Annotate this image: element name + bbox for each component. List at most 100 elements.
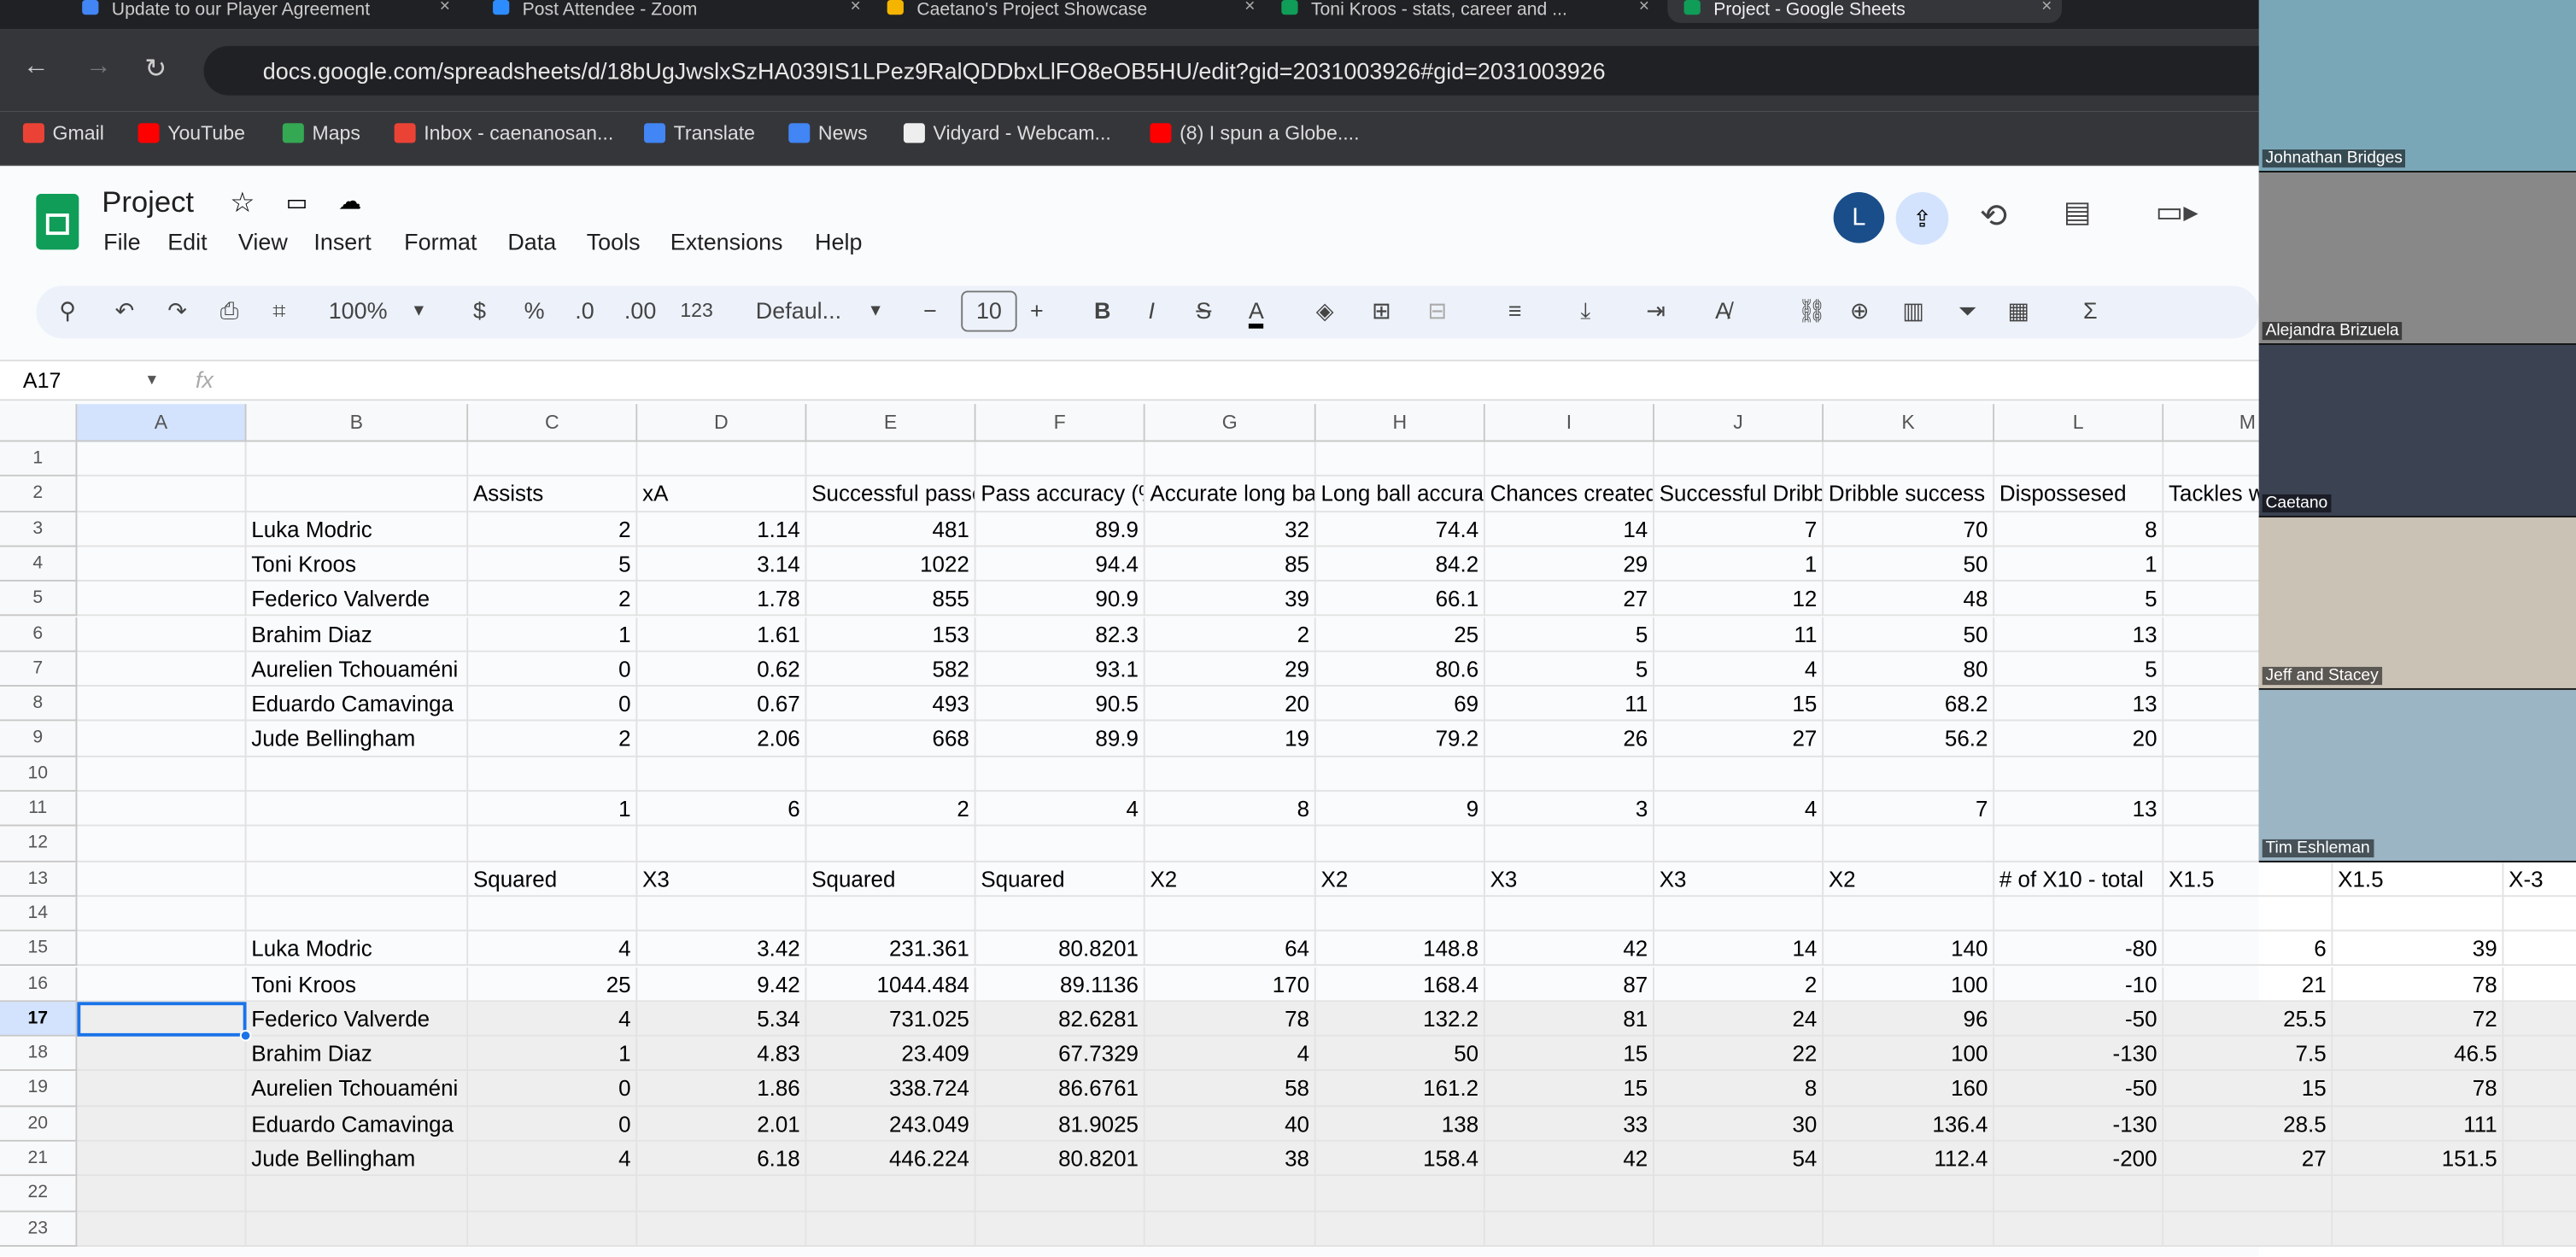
cell-B8[interactable]: Eduardo Camavinga <box>246 687 469 722</box>
row-header-12[interactable]: 12 <box>0 827 78 862</box>
cell-A12[interactable] <box>77 827 247 862</box>
cell-B6[interactable]: Brahim Diaz <box>246 617 469 652</box>
cell-F14[interactable] <box>975 897 1145 932</box>
cell-B21[interactable]: Jude Bellingham <box>246 1141 469 1177</box>
cell-E23[interactable] <box>806 1211 976 1247</box>
column-header-F[interactable]: F <box>975 404 1145 442</box>
cell-K19[interactable]: 160 <box>1824 1071 1995 1107</box>
cell-D7[interactable]: 0.62 <box>637 652 807 687</box>
cell-I18[interactable]: 15 <box>1484 1036 1654 1072</box>
cell-B3[interactable]: Luka Modric <box>246 512 469 547</box>
cell-F15[interactable]: 80.8201 <box>975 931 1145 967</box>
cell-D14[interactable] <box>637 897 807 932</box>
row-header-1[interactable]: 1 <box>0 441 78 477</box>
insert-link-icon[interactable]: ⛓ <box>1797 297 1826 325</box>
cell-J19[interactable]: 8 <box>1654 1071 1824 1107</box>
cell-D4[interactable]: 3.14 <box>637 547 807 582</box>
cell-G21[interactable]: 38 <box>1145 1141 1316 1177</box>
cell-A16[interactable] <box>77 966 247 1002</box>
row-header-19[interactable]: 19 <box>0 1071 78 1107</box>
cell-I4[interactable]: 29 <box>1484 547 1654 582</box>
font-size-input[interactable]: 10 <box>961 290 1017 332</box>
cell-D22[interactable] <box>637 1176 807 1212</box>
cell-E12[interactable] <box>806 827 976 862</box>
cell-O19[interactable] <box>2503 1071 2576 1107</box>
row-header-9[interactable]: 9 <box>0 722 78 757</box>
cell-H14[interactable] <box>1315 897 1485 932</box>
strikethrough-icon[interactable]: S <box>1196 297 1211 324</box>
meeting-presenting-icon[interactable]: ⇪ <box>1895 192 1949 245</box>
cell-H19[interactable]: 161.2 <box>1315 1071 1485 1107</box>
bookmark[interactable]: News <box>788 121 868 144</box>
row-header-11[interactable]: 11 <box>0 792 78 827</box>
cell-M19[interactable]: 15 <box>2163 1071 2333 1107</box>
cell-J9[interactable]: 27 <box>1654 722 1824 757</box>
cell-N15[interactable]: 39 <box>2333 931 2504 967</box>
forward-icon[interactable]: → <box>85 53 112 83</box>
cell-A3[interactable] <box>77 512 247 547</box>
bookmark[interactable]: Gmail <box>22 121 104 144</box>
cell-B16[interactable]: Toni Kroos <box>246 966 469 1002</box>
cell-H20[interactable]: 138 <box>1315 1106 1485 1142</box>
cell-E1[interactable] <box>806 441 976 477</box>
cell-I13[interactable]: X3 <box>1484 862 1654 897</box>
chevron-down-icon[interactable]: ▼ <box>868 302 884 320</box>
menu-file[interactable]: File <box>103 228 140 254</box>
menu-help[interactable]: Help <box>815 228 862 254</box>
decrease-decimal-button[interactable]: .0 <box>575 297 594 324</box>
row-header-8[interactable]: 8 <box>0 687 78 722</box>
cell-K20[interactable]: 136.4 <box>1824 1106 1995 1142</box>
cell-O13[interactable]: X-3 <box>2503 862 2576 897</box>
cell-H21[interactable]: 158.4 <box>1315 1141 1485 1177</box>
cell-M14[interactable] <box>2163 897 2333 932</box>
cell-D12[interactable] <box>637 827 807 862</box>
cell-K1[interactable] <box>1824 441 1995 477</box>
cell-B18[interactable]: Brahim Diaz <box>246 1036 469 1072</box>
cell-N13[interactable]: X1.5 <box>2333 862 2504 897</box>
comments-icon[interactable]: ▤ <box>2064 196 2092 230</box>
column-header-C[interactable]: C <box>468 404 638 442</box>
decrease-font-size-icon[interactable]: − <box>923 297 937 324</box>
cell-L3[interactable]: 8 <box>1994 512 2164 547</box>
cell-J22[interactable] <box>1654 1176 1824 1212</box>
participant-video-tile[interactable]: Alejandra Brizuela <box>2258 172 2576 345</box>
cell-H8[interactable]: 69 <box>1315 687 1485 722</box>
cell-C8[interactable]: 0 <box>468 687 638 722</box>
text-wrapping-icon[interactable]: ⇥ <box>1646 297 1666 325</box>
cell-D20[interactable]: 2.01 <box>637 1106 807 1142</box>
cell-L1[interactable] <box>1994 441 2164 477</box>
cell-C4[interactable]: 5 <box>468 547 638 582</box>
cell-K21[interactable]: 112.4 <box>1824 1141 1995 1177</box>
cell-M13[interactable]: X1.5 <box>2163 862 2333 897</box>
bookmark[interactable]: Vidyard - Webcam... <box>903 121 1111 144</box>
participant-video-tile[interactable]: Jeff and Stacey <box>2258 517 2576 690</box>
cell-B17[interactable]: Federico Valverde <box>246 1001 469 1037</box>
cell-D5[interactable]: 1.78 <box>637 582 807 617</box>
cell-I3[interactable]: 14 <box>1484 512 1654 547</box>
column-header-J[interactable]: J <box>1654 404 1824 442</box>
cell-I7[interactable]: 5 <box>1484 652 1654 687</box>
cell-F9[interactable]: 89.9 <box>975 722 1145 757</box>
cell-F16[interactable]: 89.1136 <box>975 966 1145 1002</box>
cell-A22[interactable] <box>77 1176 247 1212</box>
cell-L14[interactable] <box>1994 897 2164 932</box>
cell-L18[interactable]: -130 <box>1994 1036 2164 1072</box>
undo-icon[interactable]: ↶ <box>115 297 135 325</box>
cell-C3[interactable]: 2 <box>468 512 638 547</box>
cell-F12[interactable] <box>975 827 1145 862</box>
cell-M17[interactable]: 25.5 <box>2163 1001 2333 1037</box>
cell-K2[interactable]: Dribble success <box>1824 476 1995 512</box>
cell-F20[interactable]: 81.9025 <box>975 1106 1145 1142</box>
move-folder-icon[interactable]: ▭ <box>286 189 307 217</box>
cell-E8[interactable]: 493 <box>806 687 976 722</box>
cell-E21[interactable]: 446.224 <box>806 1141 976 1177</box>
cell-G4[interactable]: 85 <box>1145 547 1316 582</box>
cell-G9[interactable]: 19 <box>1145 722 1316 757</box>
sheets-logo[interactable] <box>36 193 79 250</box>
cell-G11[interactable]: 8 <box>1145 792 1316 827</box>
row-header-18[interactable]: 18 <box>0 1036 78 1072</box>
cell-N14[interactable] <box>2333 897 2504 932</box>
cell-F11[interactable]: 4 <box>975 792 1145 827</box>
menu-view[interactable]: View <box>238 228 288 254</box>
cell-B15[interactable]: Luka Modric <box>246 931 469 967</box>
